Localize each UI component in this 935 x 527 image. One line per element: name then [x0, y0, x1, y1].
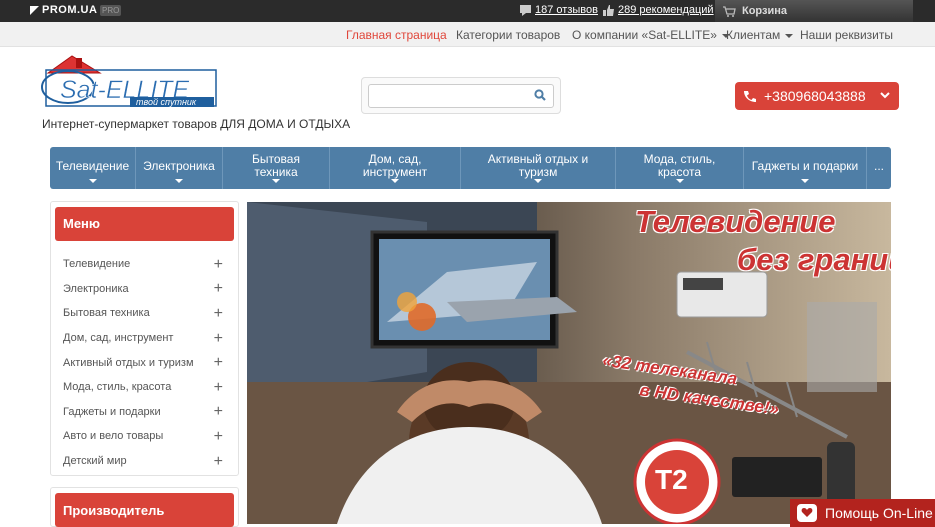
thumbs-up-icon	[603, 4, 614, 16]
prom-brand: PROM.UA	[42, 4, 98, 16]
subnav-requisites[interactable]: Наши реквизиты	[800, 28, 893, 42]
chevron-down-icon	[534, 179, 542, 183]
secondary-nav: Главная страница Категории товаров О ком…	[0, 22, 935, 47]
nav-item-gadgets[interactable]: Гаджеты и подарки	[744, 147, 867, 189]
plus-icon[interactable]: +	[214, 453, 223, 469]
menu-item-label: Дом, сад, инструмент	[63, 332, 174, 345]
plus-icon[interactable]: +	[214, 355, 223, 371]
menu-item-label: Авто и вело товары	[63, 430, 164, 443]
plus-icon[interactable]: +	[214, 256, 223, 272]
help-online-button[interactable]: Помощь On-Line	[790, 499, 935, 527]
search-box	[361, 77, 561, 114]
menu-item-label: Бытовая техника	[63, 307, 150, 320]
nav-label: Активный отдых и туризм	[487, 152, 589, 179]
menu-item-label: Электроника	[63, 282, 129, 295]
chevron-down-icon	[880, 92, 890, 99]
cart-label: Корзина	[742, 5, 787, 17]
subnav-about-label: О компании «Sat-ELLITE»	[572, 28, 717, 42]
phone-number: +380968043888	[764, 88, 866, 104]
search-icon[interactable]	[534, 89, 546, 101]
nav-label: Бытовая техника	[252, 152, 300, 179]
heart-chat-icon	[797, 504, 817, 522]
chevron-down-icon	[272, 179, 280, 183]
chevron-down-icon	[88, 179, 97, 183]
nav-label: Дом, сад, инструмент	[362, 152, 428, 179]
pro-badge: PRO	[100, 5, 122, 16]
subnav-categories[interactable]: Категории товаров	[456, 28, 560, 42]
chevron-down-icon	[675, 179, 684, 183]
nav-label: Электроника	[143, 158, 215, 173]
reviews-link[interactable]: 187 отзывов	[520, 4, 598, 16]
plus-icon[interactable]: +	[214, 428, 223, 444]
nav-item-more[interactable]: ...	[867, 147, 891, 189]
satellite-logo-icon: Sat-ELLITE твой спутник	[41, 55, 217, 107]
nav-item-active-rest[interactable]: Активный отдых и туризм	[461, 147, 616, 189]
site-tagline: Интернет-супермаркет товаров ДЛЯ ДОМА И …	[42, 117, 351, 131]
plus-icon[interactable]: +	[214, 379, 223, 395]
promo-banner[interactable]: Телевидение без границ «32 телеканала в …	[247, 202, 891, 524]
prom-logo[interactable]: PROM.UA	[30, 4, 97, 16]
menu-item[interactable]: Дом, сад, инструмент +	[63, 326, 223, 351]
subnav-clients[interactable]: Клиентам	[726, 28, 794, 42]
banner-title-line1: Телевидение	[635, 204, 836, 239]
producer-title: Производитель	[55, 493, 234, 527]
plus-icon[interactable]: +	[214, 281, 223, 297]
subnav-home[interactable]: Главная страница	[346, 28, 447, 42]
nav-item-fashion[interactable]: Мода, стиль, красота	[616, 147, 744, 189]
reviews-count: 187 отзывов	[535, 4, 598, 16]
chevron-down-icon	[175, 179, 183, 183]
chevron-down-icon	[785, 33, 794, 38]
menu-item[interactable]: Бытовая техника +	[63, 301, 223, 326]
menu-item-label: Телевидение	[63, 258, 131, 271]
nav-label: Телевидение	[55, 158, 130, 173]
nav-label: ...	[873, 158, 884, 173]
plus-icon[interactable]: +	[214, 305, 223, 321]
banner-title-line2: без границ	[737, 242, 891, 277]
phone-button[interactable]: +380968043888	[735, 82, 899, 110]
nav-item-television[interactable]: Телевидение	[50, 147, 136, 189]
main-nav: Телевидение Электроника Бытовая техника …	[50, 147, 891, 189]
producer-panel: Производитель	[50, 487, 239, 527]
t2-badge: T2	[655, 464, 688, 495]
plus-icon[interactable]: +	[214, 330, 223, 346]
menu-item[interactable]: Телевидение +	[63, 252, 223, 277]
top-bar: PROM.UA PRO 187 отзывов 289 рекомендаций…	[0, 0, 935, 22]
nav-item-electronics[interactable]: Электроника	[136, 147, 223, 189]
menu-item[interactable]: Гаджеты и подарки +	[63, 400, 223, 425]
cart-button[interactable]: Корзина	[715, 0, 913, 22]
subnav-clients-label: Клиентам	[726, 28, 781, 42]
phone-icon	[744, 90, 756, 102]
recommendations-count: 289 рекомендаций	[618, 4, 714, 16]
logo-subtitle: твой спутник	[136, 97, 197, 107]
plus-icon[interactable]: +	[214, 404, 223, 420]
search-input[interactable]	[368, 84, 554, 108]
menu-item[interactable]: Электроника +	[63, 277, 223, 302]
menu-item[interactable]: Мода, стиль, красота +	[63, 375, 223, 400]
chevron-down-icon	[801, 179, 809, 183]
category-menu: Меню Телевидение + Электроника + Бытовая т…	[50, 201, 239, 476]
help-label: Помощь On-Line	[825, 505, 933, 521]
site-logo[interactable]: Sat-ELLITE твой спутник	[40, 53, 218, 111]
subnav-about[interactable]: О компании «Sat-ELLITE»	[572, 28, 730, 42]
comment-icon	[520, 4, 531, 16]
menu-item[interactable]: Авто и вело товары +	[63, 424, 223, 449]
chevron-down-icon	[391, 179, 399, 183]
menu-item-label: Активный отдых и туризм	[63, 356, 194, 369]
nav-item-appliances[interactable]: Бытовая техника	[223, 147, 330, 189]
menu-item[interactable]: Детский мир +	[63, 449, 223, 474]
nav-label: Гаджеты и подарки	[751, 158, 859, 173]
recommendations-link[interactable]: 289 рекомендаций	[603, 4, 714, 16]
prom-logo-icon	[30, 5, 39, 15]
menu-list: Телевидение + Электроника + Бытовая техник…	[63, 252, 223, 473]
nav-item-home-garden[interactable]: Дом, сад, инструмент	[330, 147, 461, 189]
menu-item-label: Мода, стиль, красота	[63, 381, 172, 394]
nav-label: Мода, стиль, красота	[643, 152, 716, 179]
menu-item[interactable]: Активный отдых и туризм +	[63, 350, 223, 375]
menu-title: Меню	[55, 207, 234, 241]
menu-item-label: Детский мир	[63, 455, 127, 468]
cart-icon	[723, 5, 736, 17]
menu-item-label: Гаджеты и подарки	[63, 405, 161, 418]
